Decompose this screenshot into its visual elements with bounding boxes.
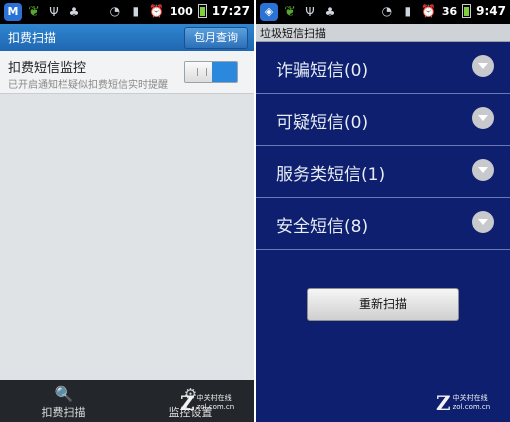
right-screen: ◈ ❦ Ψ ♣ ◔ ▮ ⏰ 36 9:47 垃圾短信扫描 诈骗短信(0) 可疑短… (256, 0, 510, 422)
signal-icon: ▮ (404, 4, 412, 18)
rescan-button[interactable]: 重新扫描 (307, 288, 459, 321)
category-row-safe[interactable]: 安全短信(8) (256, 198, 510, 250)
toggle-grip-icon (197, 68, 207, 76)
page-title: 扣费扫描 (8, 31, 57, 45)
usb-icon: Ψ (305, 5, 315, 19)
toggle-on-indicator (212, 62, 237, 82)
app-shield-badge-icon: M (4, 3, 22, 21)
tab-charge-scan[interactable]: 🔍 扣费扫描 (0, 380, 127, 422)
status-bar: ◈ ❦ Ψ ♣ ◔ ▮ ⏰ 36 9:47 (256, 0, 510, 24)
wifi-icon: ◔ (381, 4, 393, 18)
tab-label: 扣费扫描 (41, 406, 86, 419)
package-query-button[interactable]: 包月查询 (184, 27, 248, 49)
android-icon: ♣ (324, 5, 336, 19)
category-row-fraud[interactable]: 诈骗短信(0) (256, 42, 510, 94)
battery-icon (462, 4, 472, 18)
category-label: 安全短信(8) (276, 217, 369, 237)
zol-watermark: Z 中关村在线 zol.com.cn (436, 391, 491, 415)
chevron-down-icon[interactable] (472, 55, 494, 77)
title-bar: 扣费扫描 包月查询 (0, 24, 254, 51)
battery-percent: 36 (441, 4, 458, 18)
alarm-icon: ⏰ (421, 4, 437, 18)
pea-icon: ❦ (284, 4, 296, 20)
watermark-url: zol.com.cn (452, 403, 491, 411)
category-row-suspicious[interactable]: 可疑短信(0) (256, 94, 510, 146)
chevron-down-icon[interactable] (472, 107, 494, 129)
watermark-brand: 中关村在线 (452, 394, 488, 402)
monitor-toggle[interactable] (184, 61, 238, 83)
pea-icon: ❦ (28, 4, 40, 20)
battery-icon (197, 4, 207, 18)
category-label: 服务类短信(1) (276, 165, 386, 185)
zol-watermark: Z 中关村在线 zol.com.cn (180, 391, 235, 415)
usb-icon: Ψ (49, 5, 59, 19)
category-row-service[interactable]: 服务类短信(1) (256, 146, 510, 198)
zol-logo-icon: Z (180, 391, 195, 415)
setting-description: 已开启通知栏疑似扣费短信实时提醒 (8, 80, 168, 91)
title-bar: 垃圾短信扫描 (256, 24, 510, 42)
sms-monitor-setting[interactable]: 扣费短信监控 已开启通知栏疑似扣费短信实时提醒 (0, 51, 254, 94)
zol-logo-icon: Z (436, 391, 451, 415)
shield-badge-icon: ◈ (260, 3, 278, 21)
chevron-down-icon[interactable] (472, 159, 494, 181)
battery-percent: 100 (169, 4, 193, 18)
status-bar: M ❦ Ψ ♣ ◔ ▮ ⏰ 100 17:27 (0, 0, 254, 24)
chevron-down-icon[interactable] (472, 211, 494, 233)
clock: 17:27 (211, 4, 250, 18)
category-label: 诈骗短信(0) (276, 61, 369, 81)
sms-category-list: 诈骗短信(0) 可疑短信(0) 服务类短信(1) 安全短信(8) (256, 42, 510, 250)
wifi-icon: ◔ (109, 4, 121, 18)
left-screen: M ❦ Ψ ♣ ◔ ▮ ⏰ 100 17:27 扣费扫描 包月查询 扣费短信监控… (0, 0, 254, 422)
setting-title: 扣费短信监控 (8, 61, 87, 76)
signal-icon: ▮ (132, 4, 140, 18)
alarm-icon: ⏰ (149, 4, 165, 18)
android-icon: ♣ (68, 5, 80, 19)
category-label: 可疑短信(0) (276, 113, 369, 133)
clock: 9:47 (476, 4, 506, 18)
watermark-url: zol.com.cn (196, 403, 235, 411)
scan-search-icon: 🔍 (54, 385, 74, 403)
watermark-brand: 中关村在线 (196, 394, 232, 402)
page-title: 垃圾短信扫描 (260, 27, 326, 40)
